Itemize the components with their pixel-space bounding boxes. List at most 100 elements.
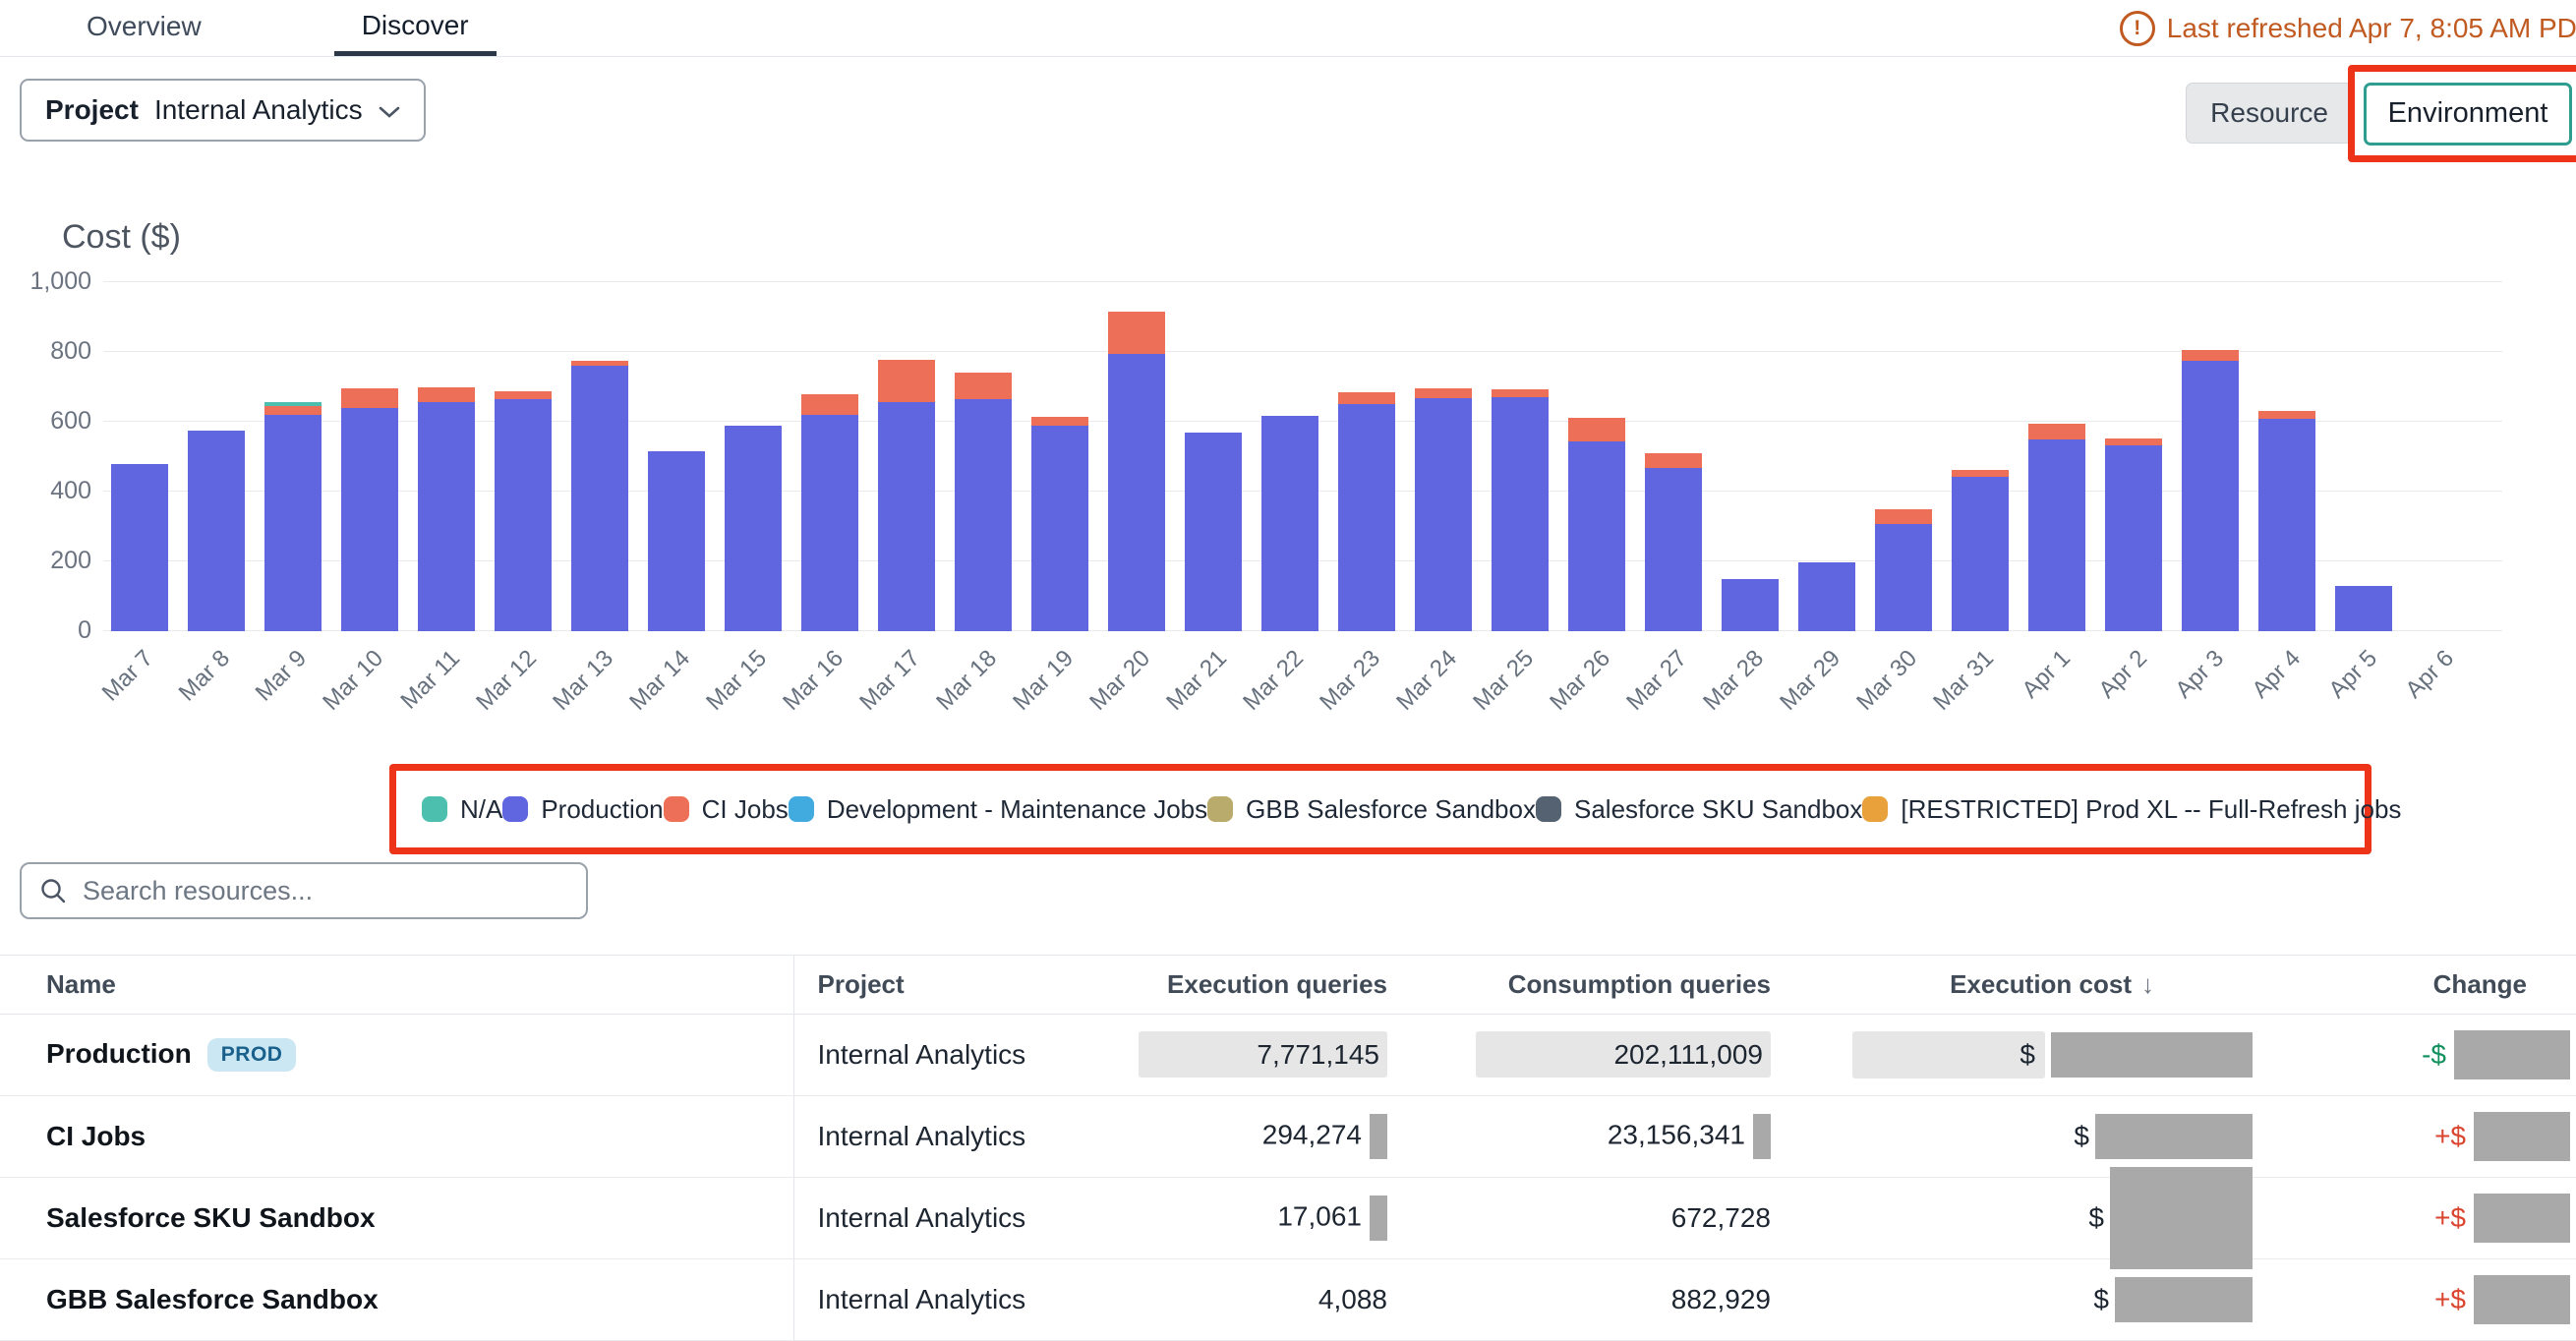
project-select-dropdown[interactable]: Project Internal Analytics xyxy=(20,79,426,142)
bar-segment xyxy=(2105,438,2162,445)
legend-item-gbb-salesforce-sandbox[interactable]: GBB Salesforce Sandbox xyxy=(1207,794,1536,825)
environment-toggle-button[interactable]: Environment xyxy=(2364,83,2573,146)
legend-label: N/A xyxy=(460,794,502,825)
column-header-consumption-queries[interactable]: Consumption queries xyxy=(1393,956,1777,1015)
resource-toggle-button[interactable]: Resource xyxy=(2186,83,2353,144)
bar-mar-22[interactable] xyxy=(1261,416,1318,631)
column-header-execution-queries[interactable]: Execution queries xyxy=(1069,956,1393,1015)
redacted-value xyxy=(2095,1114,2253,1159)
consumption-queries-value: 202,111,009 xyxy=(1476,1031,1771,1078)
bar-apr-3[interactable] xyxy=(2182,350,2239,631)
legend-item-restricted-prod-xl[interactable]: [RESTRICTED] Prod XL -- Full-Refresh job… xyxy=(1862,794,2401,825)
legend-label: CI Jobs xyxy=(702,794,789,825)
table-row-gbb-salesforce-sandbox[interactable]: GBB Salesforce Sandbox Internal Analytic… xyxy=(0,1259,2576,1341)
execution-queries-value: 294,274 xyxy=(1262,1119,1362,1149)
bar-mar-16[interactable] xyxy=(801,394,858,631)
bar-apr-5[interactable] xyxy=(2335,586,2392,631)
legend-item-na[interactable]: N/A xyxy=(422,794,502,825)
bar-mar-8[interactable] xyxy=(188,431,245,631)
legend-item-production[interactable]: Production xyxy=(502,794,663,825)
bar-mar-24[interactable] xyxy=(1415,388,1472,631)
bar-segment xyxy=(1875,509,1932,524)
bar-segment xyxy=(1108,312,1165,354)
bar-mar-30[interactable] xyxy=(1875,509,1932,631)
bar-segment xyxy=(1415,398,1472,631)
bar-mar-25[interactable] xyxy=(1492,389,1549,631)
bar-segment xyxy=(1568,418,1625,441)
bar-mar-9[interactable] xyxy=(264,402,322,631)
bar-segment xyxy=(341,408,398,631)
bar-mar-19[interactable] xyxy=(1031,417,1088,631)
redacted-value xyxy=(2110,1167,2253,1269)
column-header-change[interactable]: Change xyxy=(2160,956,2576,1015)
bar-mar-27[interactable] xyxy=(1645,453,1702,631)
bar-segment xyxy=(801,394,858,415)
bar-segment xyxy=(264,406,322,415)
resource-name: GBB Salesforce Sandbox xyxy=(46,1284,379,1314)
bar-apr-1[interactable] xyxy=(2028,424,2085,631)
execution-queries-value: 4,088 xyxy=(1318,1284,1387,1314)
resource-project: Internal Analytics xyxy=(793,1178,1069,1259)
tab-overview[interactable]: Overview xyxy=(87,11,202,56)
bar-mar-14[interactable] xyxy=(648,451,705,631)
bar-segment xyxy=(1108,354,1165,631)
redacted-value xyxy=(1753,1114,1771,1159)
bar-mar-29[interactable] xyxy=(1798,562,1855,631)
bar-mar-23[interactable] xyxy=(1338,392,1395,631)
resource-name: Production xyxy=(46,1038,192,1069)
bar-segment xyxy=(2335,586,2392,631)
top-tab-bar: Overview Discover ! Last refreshed Apr 7… xyxy=(0,0,2576,57)
change-value: +$ xyxy=(2434,1202,2466,1234)
bar-mar-13[interactable] xyxy=(571,361,628,631)
bar-segment xyxy=(2182,361,2239,631)
sort-desc-icon[interactable]: ↓ xyxy=(2141,969,2154,1000)
bar-mar-17[interactable] xyxy=(878,360,935,631)
annotation-box-environment: Environment xyxy=(2348,65,2576,162)
gridline xyxy=(103,351,2502,352)
resource-name: CI Jobs xyxy=(46,1121,146,1151)
y-axis-tick: 600 xyxy=(5,407,91,436)
annotation-box-legend: N/A Production CI Jobs Development - Mai… xyxy=(389,764,2371,854)
bar-mar-18[interactable] xyxy=(955,373,1012,631)
bar-mar-20[interactable] xyxy=(1108,312,1165,631)
last-refreshed-text: Last refreshed Apr 7, 8:05 AM PDT xyxy=(2167,13,2576,44)
table-row-ci-jobs[interactable]: CI Jobs Internal Analytics 294,274 23,15… xyxy=(0,1096,2576,1178)
bar-apr-2[interactable] xyxy=(2105,438,2162,631)
bar-mar-26[interactable] xyxy=(1568,418,1625,631)
project-select-label: Project xyxy=(45,94,139,126)
legend-swatch xyxy=(1536,796,1561,822)
redacted-value xyxy=(2051,1032,2253,1078)
table-row-salesforce-sku-sandbox[interactable]: Salesforce SKU Sandbox Internal Analytic… xyxy=(0,1178,2576,1259)
bar-apr-4[interactable] xyxy=(2258,411,2315,631)
redacted-value xyxy=(1370,1195,1387,1241)
bar-mar-15[interactable] xyxy=(725,426,782,631)
bar-segment xyxy=(2028,439,2085,631)
bar-mar-10[interactable] xyxy=(341,388,398,631)
column-header-name[interactable]: Name xyxy=(0,956,793,1015)
bar-segment xyxy=(878,402,935,631)
bar-mar-12[interactable] xyxy=(495,391,552,631)
legend-label: Development - Maintenance Jobs xyxy=(827,794,1207,825)
y-axis-tick: 200 xyxy=(5,547,91,575)
bar-segment xyxy=(1185,433,1242,631)
legend-item-salesforce-sku-sandbox[interactable]: Salesforce SKU Sandbox xyxy=(1536,794,1862,825)
prod-badge: PROD xyxy=(207,1038,297,1072)
search-input[interactable] xyxy=(81,875,568,907)
bar-mar-21[interactable] xyxy=(1185,433,1242,631)
legend-item-development-maintenance[interactable]: Development - Maintenance Jobs xyxy=(789,794,1207,825)
bar-mar-28[interactable] xyxy=(1722,579,1779,631)
legend-swatch xyxy=(664,796,689,822)
column-header-execution-cost[interactable]: Execution cost ↓ xyxy=(1777,956,2160,1015)
bar-mar-11[interactable] xyxy=(418,387,475,631)
bar-mar-7[interactable] xyxy=(111,464,168,631)
search-icon xyxy=(39,877,67,904)
redacted-value xyxy=(2454,1030,2570,1079)
table-row-production[interactable]: ProductionPROD Internal Analytics 7,771,… xyxy=(0,1015,2576,1096)
execution-queries-value: 7,771,145 xyxy=(1139,1031,1387,1078)
bar-segment xyxy=(955,373,1012,399)
bar-mar-31[interactable] xyxy=(1952,470,2009,631)
redacted-value xyxy=(2474,1112,2570,1161)
column-header-project[interactable]: Project xyxy=(793,956,1069,1015)
legend-item-ci-jobs[interactable]: CI Jobs xyxy=(664,794,789,825)
tab-discover[interactable]: Discover xyxy=(334,10,497,56)
